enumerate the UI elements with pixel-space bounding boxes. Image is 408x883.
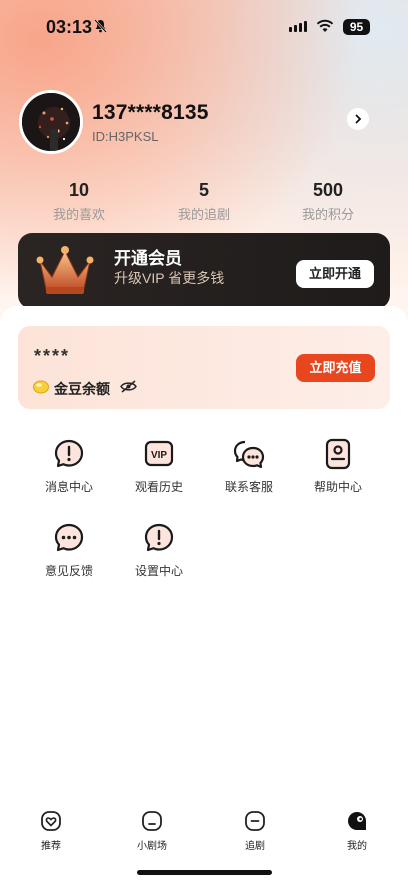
tab-theater[interactable]: 小剧场 <box>122 810 182 852</box>
profile-tab-icon <box>346 810 368 832</box>
home-indicator <box>137 870 272 875</box>
menu-label: 帮助中心 <box>313 480 362 494</box>
cellular-signal-icon <box>289 21 307 32</box>
menu-item-help[interactable]: 帮助中心 <box>298 437 378 495</box>
user-id: ID:H3PKSL <box>92 129 159 144</box>
stat-value: 5 <box>198 180 209 200</box>
avatar[interactable] <box>19 90 83 154</box>
tab-follow[interactable]: 追剧 <box>225 810 285 852</box>
stat-label: 我的追剧 <box>177 207 230 222</box>
tab-label: 小剧场 <box>137 841 167 852</box>
customer-service-icon <box>232 437 266 471</box>
menu-item-feedback[interactable]: 意见反馈 <box>29 521 109 579</box>
menu-item-settings[interactable]: 设置中心 <box>119 521 199 579</box>
crown-icon <box>34 243 96 302</box>
stat-value: 500 <box>312 180 344 200</box>
feedback-icon <box>52 521 86 555</box>
status-bar: 03:13 95 <box>0 0 408 56</box>
stat-label: 我的积分 <box>301 207 354 222</box>
vip-title: 开通会员 <box>114 249 182 268</box>
gold-bean-icon <box>32 378 50 399</box>
open-vip-button[interactable]: 立即开通 <box>296 260 374 288</box>
coin-amount: **** <box>34 346 71 366</box>
stat-likes[interactable]: 10 我的喜欢 <box>19 178 139 223</box>
theater-tab-icon <box>141 810 163 832</box>
menu-label: 消息中心 <box>44 480 93 494</box>
silent-bell-icon <box>94 19 107 38</box>
tab-mine[interactable]: 我的 <box>327 810 387 852</box>
status-time: 03:13 <box>46 17 93 37</box>
stats-row: 10 我的喜欢 5 我的追剧 500 我的积分 <box>0 178 408 226</box>
stat-points[interactable]: 500 我的积分 <box>268 178 388 223</box>
heart-tab-icon <box>40 810 62 832</box>
tab-label: 追剧 <box>245 841 265 852</box>
tab-label: 我的 <box>347 841 367 852</box>
profile-detail-button[interactable] <box>347 108 369 130</box>
battery-indicator: 95 <box>343 19 370 35</box>
coin-label: 金豆余额 <box>54 380 110 397</box>
tab-label: 推荐 <box>41 841 61 852</box>
settings-center-icon <box>142 521 176 555</box>
menu-label: 意见反馈 <box>44 564 93 578</box>
coin-label-row: 金豆余额 <box>32 378 137 399</box>
user-phone: 137****8135 <box>92 101 209 124</box>
help-center-icon <box>321 437 355 471</box>
menu-label: 观看历史 <box>134 480 183 494</box>
vip-history-icon: VIP <box>142 437 176 471</box>
menu-item-customer-service[interactable]: 联系客服 <box>209 437 289 495</box>
menu-label: 设置中心 <box>134 564 183 578</box>
vip-banner[interactable]: 开通会员 升级VIP 省更多钱 立即开通 <box>18 233 390 309</box>
eye-hidden-icon[interactable] <box>120 379 137 398</box>
menu-label: 联系客服 <box>224 480 273 494</box>
tab-recommend[interactable]: 推荐 <box>21 810 81 852</box>
menu-item-messages[interactable]: 消息中心 <box>29 437 109 495</box>
coin-balance-card: **** 金豆余额 立即充值 <box>18 326 390 409</box>
vip-subtitle: 升级VIP 省更多钱 <box>114 270 225 286</box>
wifi-icon <box>316 19 334 38</box>
stat-following[interactable]: 5 我的追剧 <box>144 178 264 223</box>
svg-text:VIP: VIP <box>151 450 167 461</box>
stat-value: 10 <box>68 180 90 200</box>
chevron-right-icon <box>355 114 362 124</box>
stat-label: 我的喜欢 <box>52 207 105 222</box>
menu-item-history[interactable]: VIP 观看历史 <box>119 437 199 495</box>
message-center-icon <box>52 437 86 471</box>
follow-tab-icon <box>244 810 266 832</box>
recharge-button[interactable]: 立即充值 <box>296 354 375 382</box>
main-sheet: **** 金豆余额 立即充值 消息中心 VIP 观看历史 联系客服 帮助中心 意… <box>0 306 408 883</box>
